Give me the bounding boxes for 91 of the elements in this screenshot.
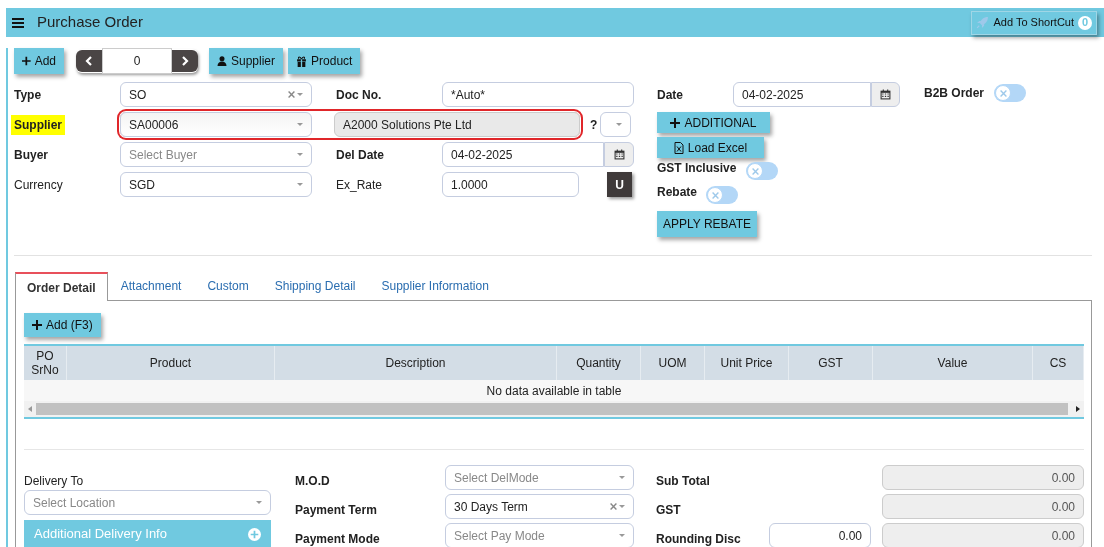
field-label: Delivery To: [24, 473, 85, 490]
chevron-left-icon: [84, 56, 94, 66]
field-label: Ex_Rate: [336, 176, 384, 194]
calendar-button[interactable]: [871, 82, 900, 107]
shortcut-button[interactable]: Add To ShortCut 0: [971, 10, 1097, 35]
user-icon: [217, 56, 227, 66]
field-label: Type: [14, 86, 43, 104]
supplier-name-field: A2000 Solutions Pte Ltd: [334, 112, 580, 137]
doc-number-field[interactable]: *Auto*: [442, 82, 634, 107]
additional-button[interactable]: ADDITIONAL: [657, 112, 770, 133]
caret-icon: [297, 182, 303, 187]
calendar-icon: [613, 149, 625, 160]
tab[interactable]: Shipping Detail: [261, 272, 369, 300]
buyer-select[interactable]: Select Buyer: [120, 142, 312, 167]
calendar-button[interactable]: [604, 142, 634, 167]
dropdown-select[interactable]: [600, 112, 632, 137]
toggle-switch[interactable]: [746, 162, 779, 180]
toggle-switch[interactable]: [706, 186, 738, 204]
dropdown-select[interactable]: Select DelMode: [445, 465, 634, 490]
field-label: M.O.D: [295, 472, 331, 490]
exchange-rate-field[interactable]: 1.0000: [442, 172, 579, 197]
caret-icon: [297, 92, 303, 97]
caret-icon: [297, 152, 303, 157]
caret-icon: [297, 122, 303, 127]
gift-icon: [296, 55, 308, 67]
rocket-icon: [976, 16, 990, 29]
total-field: 0.00: [882, 523, 1084, 547]
tab[interactable]: Order Detail: [15, 272, 108, 301]
add-row-button[interactable]: Add (F3): [24, 313, 101, 337]
field-label: Payment Mode: [295, 530, 381, 547]
cross-icon: [711, 191, 719, 199]
load-excel-button[interactable]: Load Excel: [657, 137, 764, 158]
dropdown-select[interactable]: Select Pay Mode: [445, 523, 634, 547]
update-button[interactable]: U: [607, 172, 632, 197]
excel-file-icon: [673, 141, 684, 154]
tab[interactable]: Attachment: [107, 272, 195, 300]
toggle-switch[interactable]: [994, 84, 1027, 102]
date-field[interactable]: 04-02-2025: [733, 82, 871, 107]
field-label: Rebate: [657, 184, 697, 201]
amount-field[interactable]: 0.00: [769, 523, 871, 547]
field-label: GST Inclusive: [657, 160, 737, 177]
menu-icon: [12, 17, 24, 28]
field-label: Currency: [14, 176, 64, 194]
caret-icon: [619, 533, 625, 538]
caret-icon: [256, 500, 262, 505]
horizontal-scrollbar[interactable]: [24, 401, 1084, 417]
plus-icon: [670, 117, 681, 128]
count-badge: 0: [1078, 15, 1092, 30]
currency-select[interactable]: SGD: [120, 172, 312, 197]
previous-button[interactable]: [76, 50, 102, 72]
caret-icon: [616, 122, 623, 127]
chevron-right-icon: [180, 56, 190, 66]
calendar-icon: [880, 89, 891, 100]
field-label: Sub Total: [656, 472, 711, 490]
next-button[interactable]: [172, 50, 198, 72]
window-title: Purchase Order: [37, 12, 144, 33]
del-date-field[interactable]: 04-02-2025: [442, 142, 604, 167]
location-select[interactable]: Select Location: [24, 490, 271, 515]
question-mark: ?: [590, 116, 598, 134]
supplier-code-select[interactable]: SA00006: [120, 112, 312, 137]
field-label: Date: [657, 86, 684, 104]
record-number-field[interactable]: 0: [102, 48, 172, 74]
total-field: 0.00: [882, 465, 1084, 490]
total-field: 0.00: [882, 494, 1084, 519]
field-label: GST: [656, 501, 682, 519]
field-label: B2B Order: [924, 85, 985, 102]
dropdown-select[interactable]: 30 Days Term: [445, 494, 634, 519]
caret-icon: [619, 475, 625, 480]
supplier-button[interactable]: Supplier: [209, 48, 284, 74]
type-select[interactable]: SO: [120, 82, 312, 107]
plus-icon: [32, 320, 42, 330]
button-label: Add To ShortCut: [993, 15, 1074, 31]
apply-rebate-button[interactable]: APPLY REBATE: [657, 211, 757, 237]
caret-icon: [619, 504, 625, 509]
cross-icon: [999, 89, 1007, 97]
scroll-right-icon: [1076, 406, 1080, 412]
field-label: Rounding Disc: [656, 530, 742, 547]
add-button[interactable]: Add: [14, 48, 64, 74]
field-label: Buyer: [14, 146, 49, 164]
field-label: Payment Term: [295, 501, 378, 519]
cross-icon: [751, 167, 759, 175]
field-label: Supplier: [11, 114, 65, 135]
plus-icon: [22, 56, 31, 66]
tab[interactable]: Supplier Information: [368, 272, 502, 300]
product-button[interactable]: Product: [288, 48, 361, 74]
field-label: Doc No.: [336, 86, 383, 104]
empty-table-message: No data available in table: [486, 382, 622, 400]
scroll-left-icon: [28, 406, 32, 412]
tab[interactable]: Custom: [194, 272, 262, 300]
plus-circle-icon: [248, 527, 261, 541]
field-label: Del Date: [336, 146, 386, 164]
